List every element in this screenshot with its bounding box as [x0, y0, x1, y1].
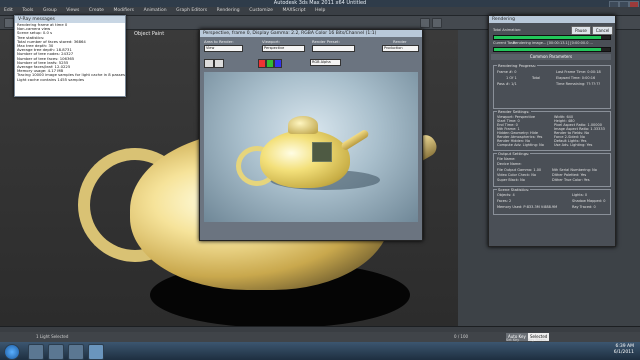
- system-clock[interactable]: 6:39 AM 6/1/2011: [614, 344, 634, 356]
- rendered-image: [204, 72, 418, 222]
- channel-select[interactable]: RGB Alpha: [310, 59, 341, 66]
- message-window: V-Ray messages Rendering frame at time 0…: [14, 15, 126, 97]
- render-preset-select[interactable]: [312, 45, 355, 52]
- frame-window-title: Perspective, frame 0, Display Gamma: 2.2…: [200, 30, 422, 37]
- common-params-header[interactable]: Common Parameters: [491, 54, 611, 60]
- rendering-dialog: Rendering Pause Cancel Total Animation: …: [488, 15, 616, 247]
- menu-create[interactable]: Create: [85, 7, 108, 15]
- scene-row: Lights: 0: [572, 193, 588, 197]
- rendered-teapot: [260, 130, 350, 188]
- menu-rendering[interactable]: Rendering: [213, 7, 244, 15]
- save-image-icon[interactable]: [204, 59, 214, 68]
- scene-statistics-group: Scene Statistics: Objects: 4 Faces: 2 Me…: [493, 187, 611, 215]
- output-row: File Name:: [497, 157, 516, 161]
- blue-channel-icon[interactable]: [274, 59, 282, 68]
- message-window-title: V-Ray messages: [15, 16, 125, 23]
- taskbar-explorer-icon[interactable]: [28, 344, 44, 360]
- total-label: Total: [532, 76, 541, 80]
- output-settings-group: Output Settings: File Name: Device Name:…: [493, 151, 611, 187]
- title-bar: Autodesk 3ds Max 2011 x64 Untitled: [0, 0, 640, 8]
- output-row: Dither Paletted: Yes: [552, 173, 587, 177]
- frame-counter: 0 / 100: [454, 334, 469, 339]
- viewport-select-label: Viewport:: [262, 39, 281, 44]
- menu-modifiers[interactable]: Modifiers: [109, 7, 138, 15]
- windows-taskbar: 6:39 AM 6/1/2011: [0, 342, 640, 360]
- rendered-teapot-spout: [340, 128, 370, 152]
- scene-statistics-title: Scene Statistics:: [497, 187, 531, 192]
- scene-row: Objects: 4: [497, 193, 515, 197]
- rendering-progress-title: Rendering Progress:: [497, 63, 538, 68]
- current-task-value: Rendering image... [00:00:13.1] [0:00:00…: [513, 41, 593, 45]
- menu-tools[interactable]: Tools: [18, 7, 37, 15]
- output-row: File Output Gamma: 1.00: [497, 168, 542, 172]
- scene-row: Faces: 2: [497, 199, 512, 203]
- menu-graph-editors[interactable]: Graph Editors: [172, 7, 211, 15]
- menu-customize[interactable]: Customize: [245, 7, 277, 15]
- message-line: Light cache contains 1455 samples: [17, 77, 85, 82]
- selection-status: 1 Light Selected: [36, 334, 69, 339]
- output-settings-title: Output Settings:: [497, 151, 531, 156]
- output-row: Nth Serial Numbering: No: [552, 168, 597, 172]
- pause-button[interactable]: Pause: [571, 26, 591, 35]
- render-bucket: [312, 142, 332, 162]
- scene-row: Shadow Mapped: 0: [572, 199, 606, 203]
- message-list: Rendering frame at time 0 Non-camera vie…: [15, 23, 125, 82]
- time-remaining: Time Remaining: ??:??:??: [556, 82, 601, 86]
- output-row: Video Color Check: No: [497, 173, 536, 177]
- menu-maxscript[interactable]: MAXScript: [278, 7, 309, 15]
- rendered-frame-window: Perspective, frame 0, Display Gamma: 2.2…: [199, 29, 423, 241]
- rendering-progress-group: Rendering Progress: Frame #: 0 1 Of 1 To…: [493, 63, 611, 109]
- current-task-progress-fill: [494, 48, 601, 51]
- setting-row: Use Adv. Lighting: Yes: [554, 143, 593, 147]
- total-animation-progress-fill: [494, 36, 601, 39]
- cancel-button[interactable]: Cancel: [592, 26, 613, 35]
- copy-image-icon[interactable]: [214, 59, 224, 68]
- menu-group[interactable]: Group: [39, 7, 61, 15]
- total-animation-label: Total Animation:: [493, 28, 522, 32]
- menu-animation[interactable]: Animation: [140, 7, 171, 15]
- taskbar-browser-icon[interactable]: [48, 344, 64, 360]
- current-task-progress: [493, 47, 611, 52]
- rendering-dialog-title: Rendering: [489, 16, 615, 23]
- area-to-render-select[interactable]: View: [204, 45, 243, 52]
- scene-row: Memory Used: P:833.3M V:888.9M: [497, 205, 558, 209]
- viewport-select[interactable]: Perspective: [262, 45, 305, 52]
- output-row: Device Name:: [497, 162, 522, 166]
- pass-number: Pass #: 1/1: [497, 82, 517, 86]
- last-frame-time: Last Frame Time: 0:00:18: [556, 70, 601, 74]
- output-row: Dither True Color: Yes: [552, 178, 590, 182]
- elapsed-time: Elapsed Time: 0:00:16: [556, 76, 596, 80]
- taskbar-3dsmax-icon[interactable]: [88, 344, 104, 360]
- green-channel-icon[interactable]: [266, 59, 274, 68]
- app-title: Autodesk 3ds Max 2011 x64 Untitled: [273, 0, 367, 6]
- viewport-label: Object Paint: [134, 31, 165, 37]
- render-icon[interactable]: [432, 18, 442, 28]
- setting-row: Compute Adv. Lighting: No: [497, 143, 544, 147]
- rendered-teapot-lid: [288, 116, 318, 134]
- clock-date: 6/1/2011: [613, 350, 634, 355]
- output-row: Super Black: No: [497, 178, 525, 182]
- menu-views[interactable]: Views: [62, 7, 83, 15]
- render-label: Render: [393, 39, 407, 44]
- frame-number: Frame #: 0: [497, 70, 517, 74]
- total-animation-progress: [493, 35, 611, 40]
- red-channel-icon[interactable]: [258, 59, 266, 68]
- undo-icon[interactable]: [4, 18, 14, 28]
- status-bar: 1 Light Selected 0 / 100 Auto Key Select…: [0, 332, 640, 342]
- production-select[interactable]: Production: [382, 45, 419, 52]
- area-to-render-label: Area to Render:: [204, 39, 234, 44]
- frame-of: 1 Of 1: [506, 76, 517, 80]
- render-settings-group: Render Settings: Viewport: Perspective S…: [493, 109, 611, 151]
- menu-help[interactable]: Help: [311, 7, 329, 15]
- render-preset-label: Render Preset:: [312, 39, 340, 44]
- scene-row: Ray Traced: 0: [572, 205, 596, 209]
- taskbar-media-icon[interactable]: [68, 344, 84, 360]
- render-setup-icon[interactable]: [420, 18, 430, 28]
- start-button[interactable]: [4, 344, 20, 360]
- render-settings-title: Render Settings:: [497, 109, 531, 114]
- menu-edit[interactable]: Edit: [0, 7, 17, 15]
